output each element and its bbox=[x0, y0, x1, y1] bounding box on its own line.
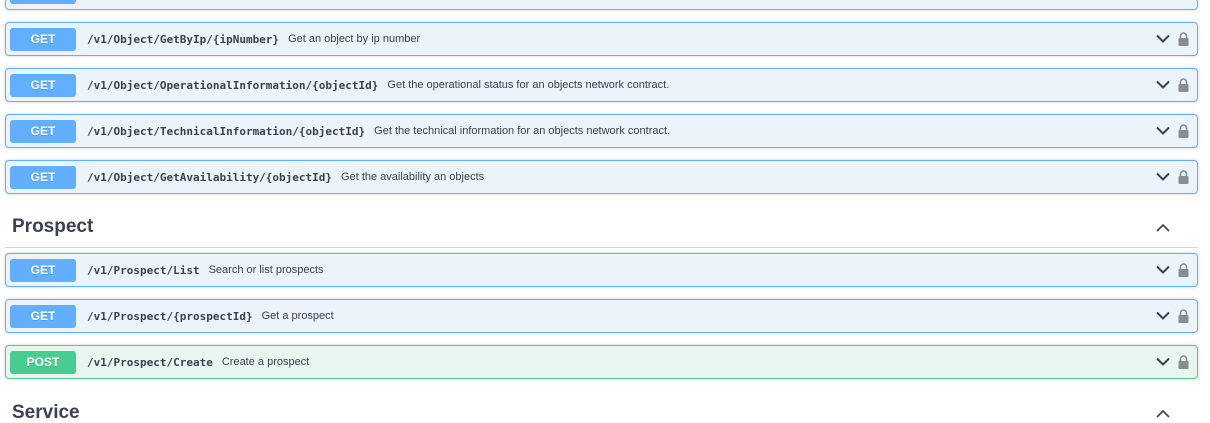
chevron-up-icon[interactable] bbox=[1156, 409, 1170, 418]
opblock-get-availability[interactable]: GET /v1/Object/GetAvailability/{objectId… bbox=[5, 160, 1198, 194]
method-badge: GET bbox=[10, 258, 76, 282]
operation-summary: Get the availability an objects bbox=[341, 171, 485, 183]
operation-path: /v1/Object/GetAvailability/{objectId} bbox=[87, 170, 333, 184]
operation-summary: Create a prospect bbox=[221, 356, 310, 368]
lock-icon[interactable] bbox=[1178, 355, 1189, 370]
lock-icon[interactable] bbox=[1178, 309, 1189, 324]
operation-path: /v1/Prospect/{prospectId} bbox=[87, 309, 253, 323]
lock-icon[interactable] bbox=[1178, 170, 1189, 185]
opblock-partial[interactable] bbox=[5, 0, 1198, 10]
tag-header-prospect[interactable]: Prospect bbox=[12, 214, 1198, 240]
operation-path: /v1/Object/OperationalInformation/{objec… bbox=[87, 78, 379, 92]
tag-title: Prospect bbox=[12, 216, 94, 237]
operation-summary: Get an object by ip number bbox=[288, 33, 421, 45]
operation-path: /v1/Object/TechnicalInformation/{objectI… bbox=[87, 124, 366, 138]
lock-icon[interactable] bbox=[1178, 78, 1189, 93]
chevron-down-icon[interactable] bbox=[1156, 357, 1170, 367]
opblock-post-prospect-create[interactable]: POST /v1/Prospect/Create Create a prospe… bbox=[5, 345, 1198, 379]
operation-summary: Search or list prospects bbox=[208, 264, 324, 276]
lock-icon[interactable] bbox=[1178, 32, 1189, 47]
opblock-get-technical-information[interactable]: GET /v1/Object/TechnicalInformation/{obj… bbox=[5, 114, 1198, 148]
opblock-get-object-by-ip[interactable]: GET /v1/Object/GetByIp/{ipNumber} Get an… bbox=[5, 22, 1198, 56]
operation-summary: Get a prospect bbox=[261, 310, 334, 322]
chevron-down-icon[interactable] bbox=[1156, 311, 1170, 321]
method-badge bbox=[10, 0, 76, 4]
method-badge: GET bbox=[10, 304, 76, 328]
operation-summary: Get the technical information for an obj… bbox=[374, 125, 671, 137]
operation-path: /v1/Object/GetByIp/{ipNumber} bbox=[87, 32, 280, 46]
chevron-down-icon[interactable] bbox=[1156, 265, 1170, 275]
tag-divider bbox=[5, 247, 1198, 248]
chevron-up-icon[interactable] bbox=[1156, 223, 1170, 232]
operation-summary: Get the operational status for an object… bbox=[387, 79, 670, 91]
method-badge: GET bbox=[10, 27, 76, 51]
chevron-down-icon[interactable] bbox=[1156, 172, 1170, 182]
operation-path: /v1/Prospect/Create bbox=[87, 355, 213, 369]
opblock-get-operational-information[interactable]: GET /v1/Object/OperationalInformation/{o… bbox=[5, 68, 1198, 102]
chevron-down-icon[interactable] bbox=[1156, 126, 1170, 136]
chevron-down-icon[interactable] bbox=[1156, 34, 1170, 44]
tag-header-service[interactable]: Service bbox=[12, 400, 1198, 423]
method-badge: GET bbox=[10, 165, 76, 189]
opblock-get-prospect-list[interactable]: GET /v1/Prospect/List Search or list pro… bbox=[5, 253, 1198, 287]
method-badge: GET bbox=[10, 119, 76, 143]
method-badge: GET bbox=[10, 73, 76, 97]
chevron-down-icon[interactable] bbox=[1156, 80, 1170, 90]
tag-title: Service bbox=[12, 402, 80, 423]
operation-path: /v1/Prospect/List bbox=[87, 263, 200, 277]
lock-icon[interactable] bbox=[1178, 124, 1189, 139]
lock-icon[interactable] bbox=[1178, 263, 1189, 278]
opblock-get-prospect[interactable]: GET /v1/Prospect/{prospectId} Get a pros… bbox=[5, 299, 1198, 333]
method-badge: POST bbox=[10, 350, 76, 374]
